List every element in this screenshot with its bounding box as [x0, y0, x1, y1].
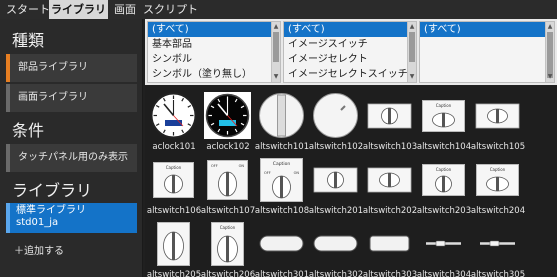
part-altswitch203[interactable]: Caption altswitch203	[417, 152, 471, 220]
off-on-knob-icon: OFF ON	[204, 156, 251, 203]
part-altswitch301[interactable]: altswitch301	[255, 216, 309, 277]
panel-knob-icon	[366, 156, 413, 203]
pill-toggle-icon	[258, 220, 305, 267]
sidebar-item-standard-library[interactable]: 標準ライブラリ std01_ja	[6, 203, 137, 233]
part-altswitch107[interactable]: OFF ON altswitch107	[201, 152, 255, 220]
part-altswitch105[interactable]: altswitch105	[471, 88, 525, 156]
scroll-thumb[interactable]	[547, 32, 553, 78]
part-altswitch101[interactable]: altswitch101	[255, 88, 309, 156]
part-label: altswitch105	[470, 142, 526, 152]
slide-toggle-icon	[420, 220, 467, 267]
part-altswitch104[interactable]: Caption altswitch104	[417, 88, 471, 156]
part-altswitch108[interactable]: Caption OFF ON altswitch108	[255, 152, 309, 220]
list-item[interactable]: イメージセレクトスイッチ	[284, 67, 416, 82]
list-item[interactable]: シンボル（塗り無し）	[148, 67, 280, 82]
menu-library[interactable]: ライブラリ	[49, 0, 108, 19]
kind-title: 種類	[12, 31, 45, 50]
sub-scrollbar[interactable]: ▲ ▼	[545, 22, 554, 82]
part-altswitch302[interactable]: altswitch302	[309, 216, 363, 277]
caption-tall-knob-icon: Caption	[204, 220, 251, 267]
scroll-up-icon[interactable]: ▲	[272, 23, 280, 31]
scroll-thumb[interactable]	[273, 32, 279, 62]
panel-knob-icon	[312, 156, 359, 203]
slide-toggle-icon	[474, 220, 521, 267]
part-altswitch106[interactable]: Caption altswitch106	[147, 152, 201, 220]
sidebar-item-screen-library[interactable]: 画面ライブラリ	[6, 84, 137, 112]
scroll-down-icon[interactable]: ▼	[408, 73, 416, 81]
panel-knob-icon	[366, 92, 413, 139]
parts-grid: aclock101 aclock102 altswitch101 altswit…	[145, 86, 557, 277]
part-altswitch205[interactable]: altswitch205	[147, 216, 201, 277]
caption-knob-icon: Caption	[150, 156, 197, 203]
scroll-thumb[interactable]	[409, 32, 415, 62]
clock-white-icon	[150, 92, 197, 139]
list-item[interactable]: 基本部品	[148, 37, 280, 52]
part-altswitch204[interactable]: Caption altswitch204	[471, 152, 525, 220]
list-item[interactable]: イメージセレクト	[284, 52, 416, 67]
menu-bar: スタート ライブラリ 画面 スクリプト	[0, 0, 557, 19]
caption-knob-icon: Caption	[420, 156, 467, 203]
sidebar-item-parts-library[interactable]: 部品ライブラリ	[6, 54, 137, 82]
pill-toggle-icon	[312, 220, 359, 267]
library-id: std01_ja	[16, 217, 59, 228]
sidebar: 種類 部品ライブラリ 画面ライブラリ 条件 タッチパネル用のみ表示 ライブラリ …	[0, 19, 143, 277]
filter-panel: (すべて) 基本部品 シンボル シンボル（塗り無し） ▲ ▼ (すべて) イメー…	[145, 19, 557, 85]
panel-knob-icon	[474, 92, 521, 139]
menu-screen[interactable]: 画面	[112, 0, 138, 19]
round-knob-icon	[312, 92, 359, 139]
clock-black-icon	[204, 92, 251, 139]
library-title: ライブラリ	[12, 181, 93, 200]
condition-title: 条件	[12, 121, 45, 140]
part-altswitch201[interactable]: altswitch201	[309, 152, 363, 220]
part-altswitch303[interactable]: altswitch303	[363, 216, 417, 277]
scroll-down-icon[interactable]: ▼	[546, 73, 554, 81]
sub-list[interactable]: (すべて) ▲ ▼	[419, 21, 555, 83]
list-item[interactable]: (すべて)	[148, 22, 280, 37]
add-library-button[interactable]: ＋追加する	[14, 242, 64, 257]
caption-knob-icon: Caption	[420, 92, 467, 139]
menu-start[interactable]: スタート	[4, 0, 52, 19]
tall-knob-icon	[150, 220, 197, 267]
list-item[interactable]: (すべて)	[420, 22, 554, 37]
rocker-switch-icon	[258, 92, 305, 139]
scroll-up-icon[interactable]: ▲	[546, 23, 554, 31]
part-altswitch206[interactable]: Caption altswitch206	[201, 216, 255, 277]
part-label: altswitch204	[470, 206, 526, 216]
caption-knob-icon: Caption	[474, 156, 521, 203]
list-item[interactable]: イメージスイッチ	[284, 37, 416, 52]
menu-script[interactable]: スクリプト	[141, 0, 200, 19]
part-altswitch202[interactable]: altswitch202	[363, 152, 417, 220]
category-scrollbar[interactable]: ▲ ▼	[271, 22, 280, 82]
category-list[interactable]: (すべて) 基本部品 シンボル シンボル（塗り無し） ▲ ▼	[147, 21, 281, 83]
part-altswitch305[interactable]: altswitch305	[471, 216, 525, 277]
part-altswitch102[interactable]: altswitch102	[309, 88, 363, 156]
part-altswitch103[interactable]: altswitch103	[363, 88, 417, 156]
part-aclock101[interactable]: aclock101	[147, 88, 201, 156]
caption-off-on-icon: Caption OFF ON	[258, 156, 305, 203]
type-scrollbar[interactable]: ▲ ▼	[407, 22, 416, 82]
list-item[interactable]: シンボル	[148, 52, 280, 67]
rect-toggle-icon	[366, 220, 413, 267]
list-item[interactable]: (すべて)	[284, 22, 416, 37]
part-altswitch304[interactable]: altswitch304	[417, 216, 471, 277]
scroll-down-icon[interactable]: ▼	[272, 73, 280, 81]
sidebar-item-touch-only[interactable]: タッチパネル用のみ表示	[6, 144, 137, 172]
library-name: 標準ライブラリ	[16, 205, 86, 216]
part-label: altswitch305	[470, 270, 526, 277]
scroll-up-icon[interactable]: ▲	[408, 23, 416, 31]
part-aclock102[interactable]: aclock102	[201, 88, 255, 156]
type-list[interactable]: (すべて) イメージスイッチ イメージセレクト イメージセレクトスイッチ ▲ ▼	[283, 21, 417, 83]
